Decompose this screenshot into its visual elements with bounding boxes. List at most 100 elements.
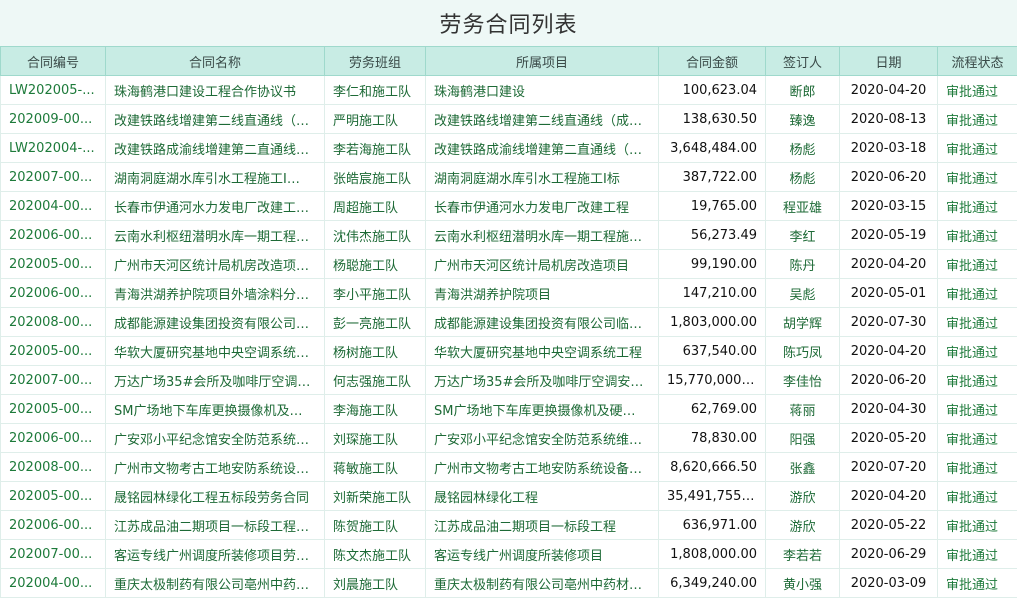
labor-team-cell: 彭一亮施工队 [324,307,426,337]
column-header-date[interactable]: 日期 [839,46,938,76]
contract-code-cell[interactable]: 202006-00... [0,278,106,308]
contract-code-cell[interactable]: 202006-00... [0,423,106,453]
contract-code-cell[interactable]: 202005-00... [0,336,106,366]
contract-code-cell[interactable]: 202005-00... [0,249,106,279]
table-row[interactable]: 202005-00... SM广场地下车库更换摄像机及… 李海施工队 SM广场地下车库… [0,394,1017,424]
project-cell[interactable]: 青海洪湖养护院项目 [425,278,659,308]
contract-name-cell[interactable]: 改建铁路线增建第二线直通线（… [105,104,325,134]
table-row[interactable]: 202005-00... 广州市天河区统计局机房改造项… 杨聪施工队 广州市天河区统计… [0,249,1017,279]
column-header-project[interactable]: 所属项目 [425,46,659,76]
amount-cell: 147,210.00 [658,278,766,308]
contract-code-cell[interactable]: 202008-00... [0,452,106,482]
signer-cell: 张鑫 [765,452,840,482]
contract-code-cell[interactable]: 202004-00... [0,191,106,221]
contract-name-cell[interactable]: 客运专线广州调度所装修项目劳… [105,539,325,569]
contract-code-cell[interactable]: LW202005-... [0,75,106,105]
project-cell[interactable]: 湖南洞庭湖水库引水工程施工I标 [425,162,659,192]
contract-name-cell[interactable]: SM广场地下车库更换摄像机及… [105,394,325,424]
project-cell[interactable]: 长春市伊通河水力发电厂改建工程 [425,191,659,221]
column-header-labor-team[interactable]: 劳务班组 [324,46,426,76]
contract-code-cell[interactable]: 202005-00... [0,481,106,511]
contract-name-cell[interactable]: 广州市文物考古工地安防系统设… [105,452,325,482]
amount-cell: 62,769.00 [658,394,766,424]
table-row[interactable]: 202008-00... 广州市文物考古工地安防系统设… 蒋敏施工队 广州市文物考古工… [0,452,1017,482]
project-cell[interactable]: 江苏成品油二期项目一标段工程 [425,510,659,540]
contract-code-cell[interactable]: 202004-00... [0,568,106,598]
contract-code-cell[interactable]: 202005-00... [0,394,106,424]
project-cell[interactable]: 客运专线广州调度所装修项目 [425,539,659,569]
signer-cell: 李红 [765,220,840,250]
contract-name-cell[interactable]: 珠海鹤港口建设工程合作协议书 [105,75,325,105]
contract-name-cell[interactable]: 重庆太极制药有限公司亳州中药… [105,568,325,598]
date-cell: 2020-05-22 [839,510,938,540]
contract-code-cell[interactable]: LW202004-... [0,133,106,163]
column-header-contract-code[interactable]: 合同编号 [0,46,106,76]
table-row[interactable]: 202008-00... 成都能源建设集团投资有限公司… 彭一亮施工队 成都能源建设集… [0,307,1017,337]
contract-code-cell[interactable]: 202007-00... [0,162,106,192]
contract-name-cell[interactable]: 成都能源建设集团投资有限公司… [105,307,325,337]
column-header-signer[interactable]: 签订人 [765,46,840,76]
contract-code-cell[interactable]: 202008-00... [0,307,106,337]
table-row[interactable]: 202007-00... 万达广场35#会所及咖啡厅空调… 何志强施工队 万达广场35… [0,365,1017,395]
table-row[interactable]: 202006-00... 青海洪湖养护院项目外墙涂料分… 李小平施工队 青海洪湖养护院… [0,278,1017,308]
contract-name-cell[interactable]: 广安邓小平纪念馆安全防范系统… [105,423,325,453]
project-cell[interactable]: 改建铁路成渝线增建第二直通线（… [425,133,659,163]
column-header-contract-name[interactable]: 合同名称 [105,46,325,76]
status-cell: 审批通过 [937,568,1017,598]
contract-code-cell[interactable]: 202007-00... [0,365,106,395]
project-cell[interactable]: 广州市文物考古工地安防系统设备… [425,452,659,482]
amount-cell: 19,765.00 [658,191,766,221]
status-cell: 审批通过 [937,365,1017,395]
contract-name-cell[interactable]: 长春市伊通河水力发电厂改建工… [105,191,325,221]
table-row[interactable]: 202004-00... 长春市伊通河水力发电厂改建工… 周超施工队 长春市伊通河水力… [0,191,1017,221]
amount-cell: 1,803,000.00 [658,307,766,337]
project-cell[interactable]: 云南水利枢纽潜明水库一期工程施… [425,220,659,250]
contract-name-cell[interactable]: 青海洪湖养护院项目外墙涂料分… [105,278,325,308]
table-row[interactable]: 202007-00... 客运专线广州调度所装修项目劳… 陈文杰施工队 客运专线广州调… [0,539,1017,569]
contract-name-cell[interactable]: 湖南洞庭湖水库引水工程施工I… [105,162,325,192]
contract-name-cell[interactable]: 改建铁路成渝线增建第二直通线… [105,133,325,163]
project-cell[interactable]: 华软大厦研究基地中央空调系统工程 [425,336,659,366]
table-row[interactable]: 202005-00... 华软大厦研究基地中央空调系统… 杨树施工队 华软大厦研究基地… [0,336,1017,366]
table-row[interactable]: 202004-00... 重庆太极制药有限公司亳州中药… 刘晨施工队 重庆太极制药有限… [0,568,1017,598]
contract-code-cell[interactable]: 202006-00... [0,220,106,250]
project-cell[interactable]: 晟铭园林绿化工程 [425,481,659,511]
project-cell[interactable]: 广州市天河区统计局机房改造项目 [425,249,659,279]
contract-name-cell[interactable]: 晟铭园林绿化工程五标段劳务合同 [105,481,325,511]
table-row[interactable]: 202005-00... 晟铭园林绿化工程五标段劳务合同 刘新荣施工队 晟铭园林绿化工… [0,481,1017,511]
contract-code-cell[interactable]: 202009-00... [0,104,106,134]
contract-name-cell[interactable]: 云南水利枢纽潜明水库一期工程… [105,220,325,250]
project-cell[interactable]: 万达广场35#会所及咖啡厅空调安… [425,365,659,395]
contract-table: 合同编号 合同名称 劳务班组 所属项目 合同金额 签订人 日期 流程状态 LW2… [0,46,1017,598]
column-header-amount[interactable]: 合同金额 [658,46,766,76]
table-row[interactable]: LW202004-... 改建铁路成渝线增建第二直通线… 李若海施工队 改建铁路成渝线… [0,133,1017,163]
contract-name-cell[interactable]: 广州市天河区统计局机房改造项… [105,249,325,279]
date-cell: 2020-07-20 [839,452,938,482]
table-row[interactable]: 202007-00... 湖南洞庭湖水库引水工程施工I… 张皓宸施工队 湖南洞庭湖水库… [0,162,1017,192]
amount-cell: 138,630.50 [658,104,766,134]
status-cell: 审批通过 [937,307,1017,337]
date-cell: 2020-04-20 [839,336,938,366]
contract-name-cell[interactable]: 华软大厦研究基地中央空调系统… [105,336,325,366]
project-cell[interactable]: SM广场地下车库更换摄像机及硬… [425,394,659,424]
table-row[interactable]: 202006-00... 广安邓小平纪念馆安全防范系统… 刘琛施工队 广安邓小平纪念馆… [0,423,1017,453]
contract-code-cell[interactable]: 202007-00... [0,539,106,569]
table-row[interactable]: 202006-00... 江苏成品油二期项目一标段工程… 陈贺施工队 江苏成品油二期项… [0,510,1017,540]
labor-team-cell: 李若海施工队 [324,133,426,163]
project-cell[interactable]: 珠海鹤港口建设 [425,75,659,105]
table-row[interactable]: 202006-00... 云南水利枢纽潜明水库一期工程… 沈伟杰施工队 云南水利枢纽潜… [0,220,1017,250]
column-header-status[interactable]: 流程状态 [937,46,1017,76]
amount-cell: 15,770,000.00 [658,365,766,395]
contract-name-cell[interactable]: 江苏成品油二期项目一标段工程… [105,510,325,540]
project-cell[interactable]: 重庆太极制药有限公司亳州中药材… [425,568,659,598]
contract-name-cell[interactable]: 万达广场35#会所及咖啡厅空调… [105,365,325,395]
status-cell: 审批通过 [937,75,1017,105]
table-row[interactable]: 202009-00... 改建铁路线增建第二线直通线（… 严明施工队 改建铁路线增建第… [0,104,1017,134]
table-row[interactable]: LW202005-... 珠海鹤港口建设工程合作协议书 李仁和施工队 珠海鹤港口建设 1… [0,75,1017,105]
date-cell: 2020-03-09 [839,568,938,598]
project-cell[interactable]: 成都能源建设集团投资有限公司临… [425,307,659,337]
project-cell[interactable]: 改建铁路线增建第二线直通线（成… [425,104,659,134]
contract-code-cell[interactable]: 202006-00... [0,510,106,540]
project-cell[interactable]: 广安邓小平纪念馆安全防范系统维… [425,423,659,453]
signer-cell: 游欣 [765,481,840,511]
